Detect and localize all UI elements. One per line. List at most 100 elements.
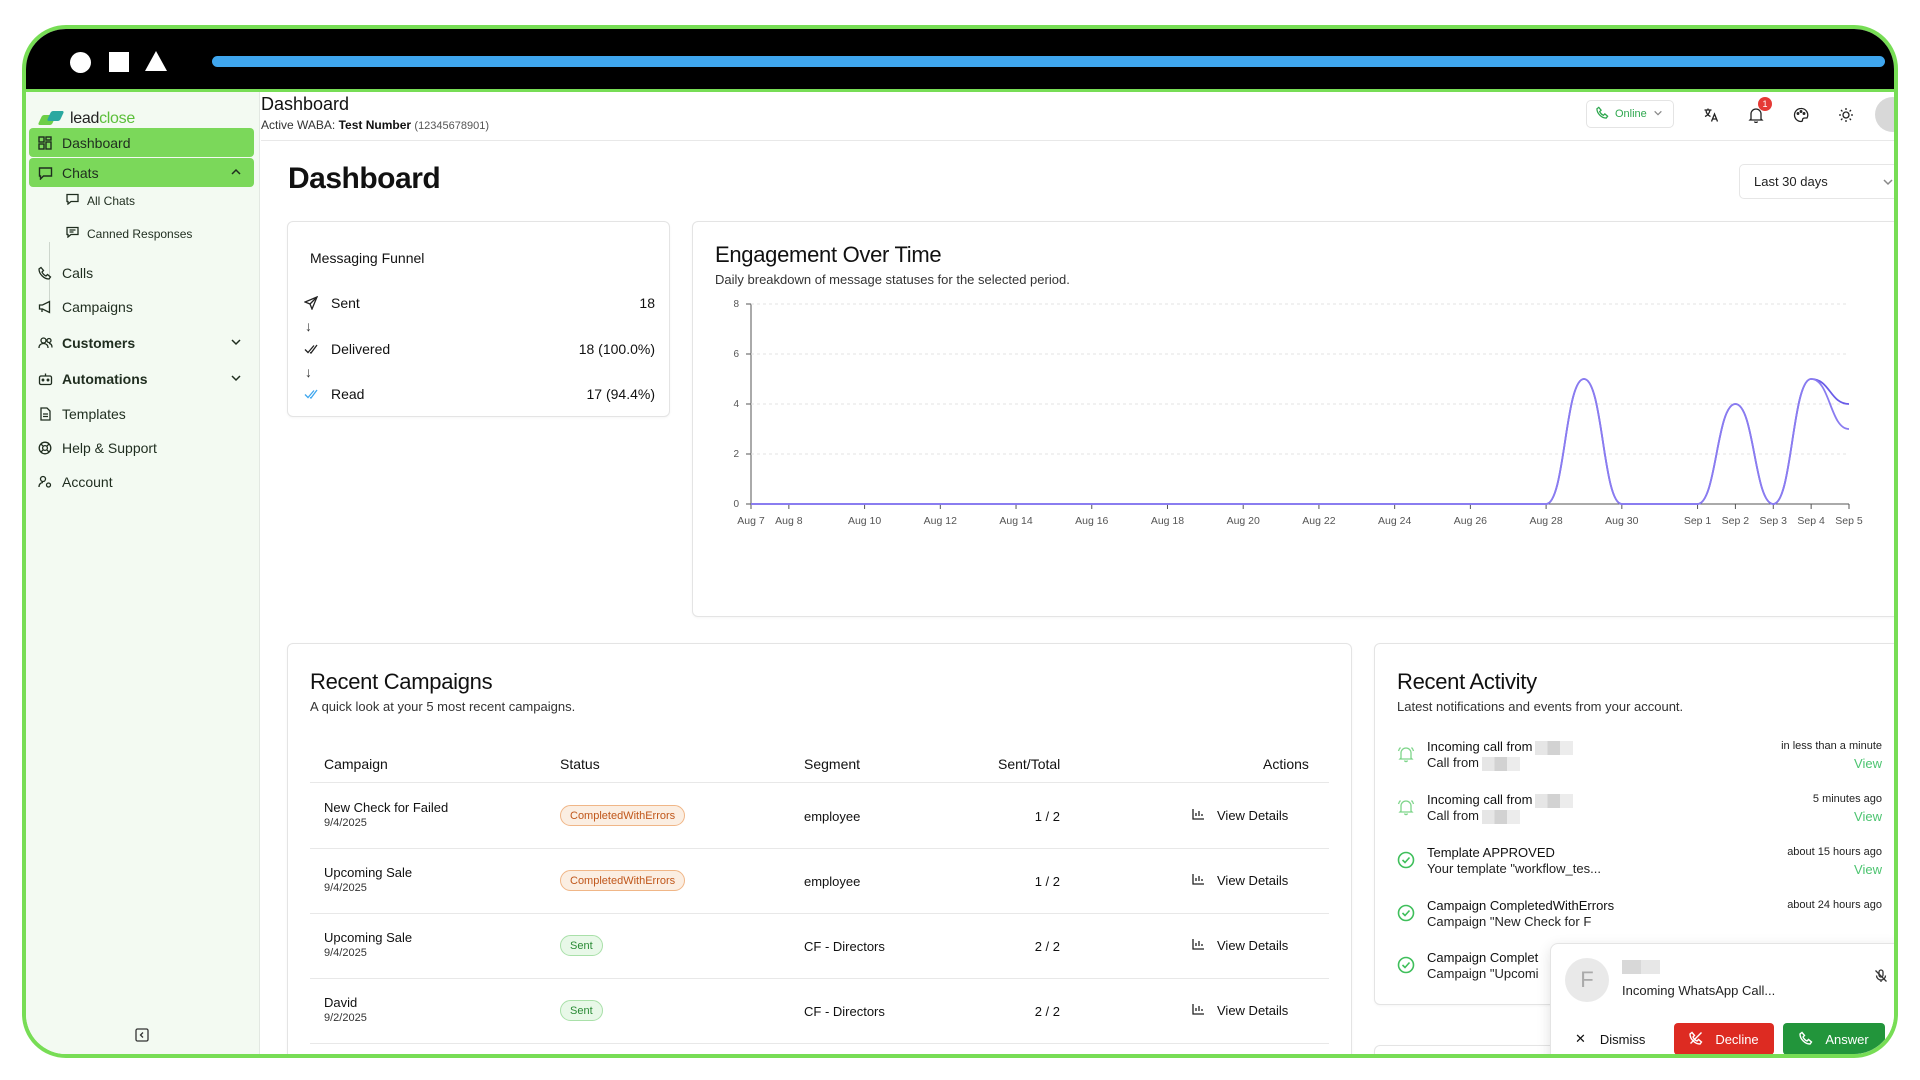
list-item[interactable]: Template APPROVED Your template "workflo… (1397, 845, 1882, 889)
phone-icon (1799, 1031, 1813, 1048)
y-tick-label: 0 (733, 499, 739, 510)
activity-time: 5 minutes ago (1812, 793, 1882, 805)
answer-button[interactable]: Answer (1783, 1023, 1885, 1054)
activity-title-text: Template APPROVED (1427, 845, 1555, 860)
view-link[interactable]: View (1854, 862, 1882, 877)
column-header: Campaign (324, 756, 388, 772)
chevron-down-icon[interactable] (230, 335, 242, 351)
view-link[interactable]: View (1854, 756, 1882, 771)
messaging-funnel-card: Messaging Funnel Sent 18 ↓ Delivered 18 … (287, 221, 670, 417)
dismiss-label: Dismiss (1599, 1031, 1646, 1047)
bell-icon[interactable]: 1 (1746, 97, 1772, 125)
active-waba: Active WABA: Test Number (12345678901) (261, 118, 489, 132)
sidebar-item-campaigns[interactable]: Campaigns (29, 292, 254, 321)
x-tick-label: Sep 3 (1760, 515, 1788, 527)
view-details-button[interactable]: View Details (1192, 1003, 1288, 1018)
sun-icon[interactable] (1836, 105, 1856, 125)
address-bar[interactable] (212, 56, 1885, 67)
sidebar-item-dashboard[interactable]: Dashboard (29, 128, 254, 157)
circle-icon[interactable] (70, 52, 91, 73)
chevron-down-icon (1653, 108, 1663, 121)
sidebar-item-chats[interactable]: Chats (29, 158, 254, 187)
mic-off-icon[interactable] (1874, 969, 1888, 988)
x-tick-label: Aug 12 (924, 515, 957, 527)
bar-chart-icon (1192, 873, 1205, 888)
table-header: Campaign Status Segment Sent/Total Actio… (310, 743, 1329, 783)
double-check-icon (303, 343, 319, 355)
redacted-caller (1482, 756, 1521, 771)
sidebar-item-label: Calls (62, 264, 94, 281)
column-header: Sent/Total (998, 756, 1061, 772)
header-title: Dashboard (261, 94, 350, 114)
x-tick-label: Aug 28 (1529, 515, 1562, 527)
sidebar-item-label: Customers (62, 334, 136, 351)
decline-button[interactable]: Decline (1674, 1023, 1774, 1054)
sidebar-item-account[interactable]: Account (29, 467, 254, 496)
view-link[interactable]: View (1854, 809, 1882, 824)
translate-icon[interactable] (1701, 105, 1721, 125)
table-row: David 9/2/2025 Sent CF - Directors 2 / 2… (310, 979, 1329, 1044)
x-tick-label: Sep 4 (1797, 515, 1825, 527)
sidebar-item-help-support[interactable]: Help & Support (29, 433, 254, 462)
series-line-0 (750, 378, 1850, 505)
view-details-button[interactable]: View Details (1192, 938, 1288, 953)
column-header: Status (560, 756, 600, 772)
x-tick-label: Aug 30 (1605, 515, 1638, 527)
sidebar-item-templates[interactable]: Templates (29, 399, 254, 428)
chat-text-icon (66, 226, 79, 241)
palette-icon[interactable] (1791, 105, 1811, 125)
activity-title-text: Campaign CompletedWithErrors (1427, 898, 1615, 913)
date-range-select[interactable]: Last 30 days (1739, 164, 1894, 199)
sidebar-subitem-canned-responses[interactable]: Canned Responses (66, 226, 192, 241)
list-item[interactable]: Incoming call from Call from 5 minutes a… (1397, 792, 1882, 836)
activity-time: about 15 hours ago (1787, 846, 1882, 858)
redacted-caller (1535, 793, 1574, 808)
chat-icon (37, 165, 53, 181)
x-tick-label: Aug 20 (1227, 515, 1260, 527)
notification-badge: 1 (1758, 97, 1772, 111)
action-label: View Details (1217, 1003, 1289, 1018)
engagement-chart: 0 2 4 6 8 Aug 7 Aug 8 Aug 10 Aug 12 Aug 14 Aug 16 A… (733, 299, 1862, 527)
waba-id: (12345678901) (414, 120, 490, 132)
view-details-button[interactable]: View Details (1192, 808, 1288, 823)
campaign-date: 9/2/2025 (324, 1012, 367, 1024)
redacted-caller (1535, 740, 1574, 755)
sidebar-subitem-all-chats[interactable]: All Chats (66, 193, 135, 208)
chevron-up-icon[interactable] (230, 165, 242, 181)
list-item[interactable]: Incoming call from Call from in less tha… (1397, 739, 1882, 783)
caller-avatar: F (1565, 958, 1609, 1002)
redacted-caller (1622, 960, 1660, 974)
activity-title-text: Incoming call from (1427, 792, 1533, 807)
triangle-icon[interactable] (145, 51, 167, 71)
users-icon (37, 335, 53, 351)
status-badge: CompletedWithErrors (560, 805, 686, 826)
online-status-select[interactable]: Online (1586, 100, 1674, 128)
megaphone-icon (37, 299, 53, 315)
sidebar-subitem-label: Canned Responses (87, 226, 193, 241)
campaign-segment: employee (804, 874, 861, 889)
sidebar-item-calls[interactable]: Calls (29, 258, 254, 287)
campaign-segment: CF - Directors (804, 1004, 885, 1019)
chevron-down-icon[interactable] (230, 371, 242, 387)
sidebar-subitem-label: All Chats (87, 193, 136, 208)
sidebar-collapse-icon[interactable] (135, 1028, 151, 1044)
bar-chart-icon (1192, 938, 1205, 953)
activity-subtitle: Latest notifications and events from you… (1397, 699, 1684, 714)
brand-logo[interactable]: leadclose (40, 110, 135, 128)
bell-ring-icon (1397, 798, 1415, 816)
sidebar-item-automations[interactable]: Automations (29, 364, 254, 393)
avatar[interactable] (1875, 97, 1894, 132)
waba-label: Active WABA: (261, 118, 336, 132)
view-details-button[interactable]: View Details (1192, 873, 1288, 888)
sidebar-item-label: Dashboard (62, 134, 131, 151)
list-item[interactable]: Campaign CompletedWithErrors Campaign "N… (1397, 898, 1882, 942)
engagement-card: Engagement Over Time Daily breakdown of … (692, 221, 1894, 617)
activity-time: in less than a minute (1781, 740, 1882, 752)
funnel-row-read: Read 17 (94.4%) (303, 386, 655, 402)
bar-chart-icon (1192, 1003, 1205, 1018)
decline-label: Decline (1715, 1031, 1759, 1047)
sidebar-item-customers[interactable]: Customers (29, 328, 254, 357)
dismiss-button[interactable]: ✕ Dismiss (1565, 1023, 1655, 1054)
table-row: New Check for Failed 9/4/2025 CompletedW… (310, 784, 1329, 849)
square-icon[interactable] (109, 52, 129, 72)
